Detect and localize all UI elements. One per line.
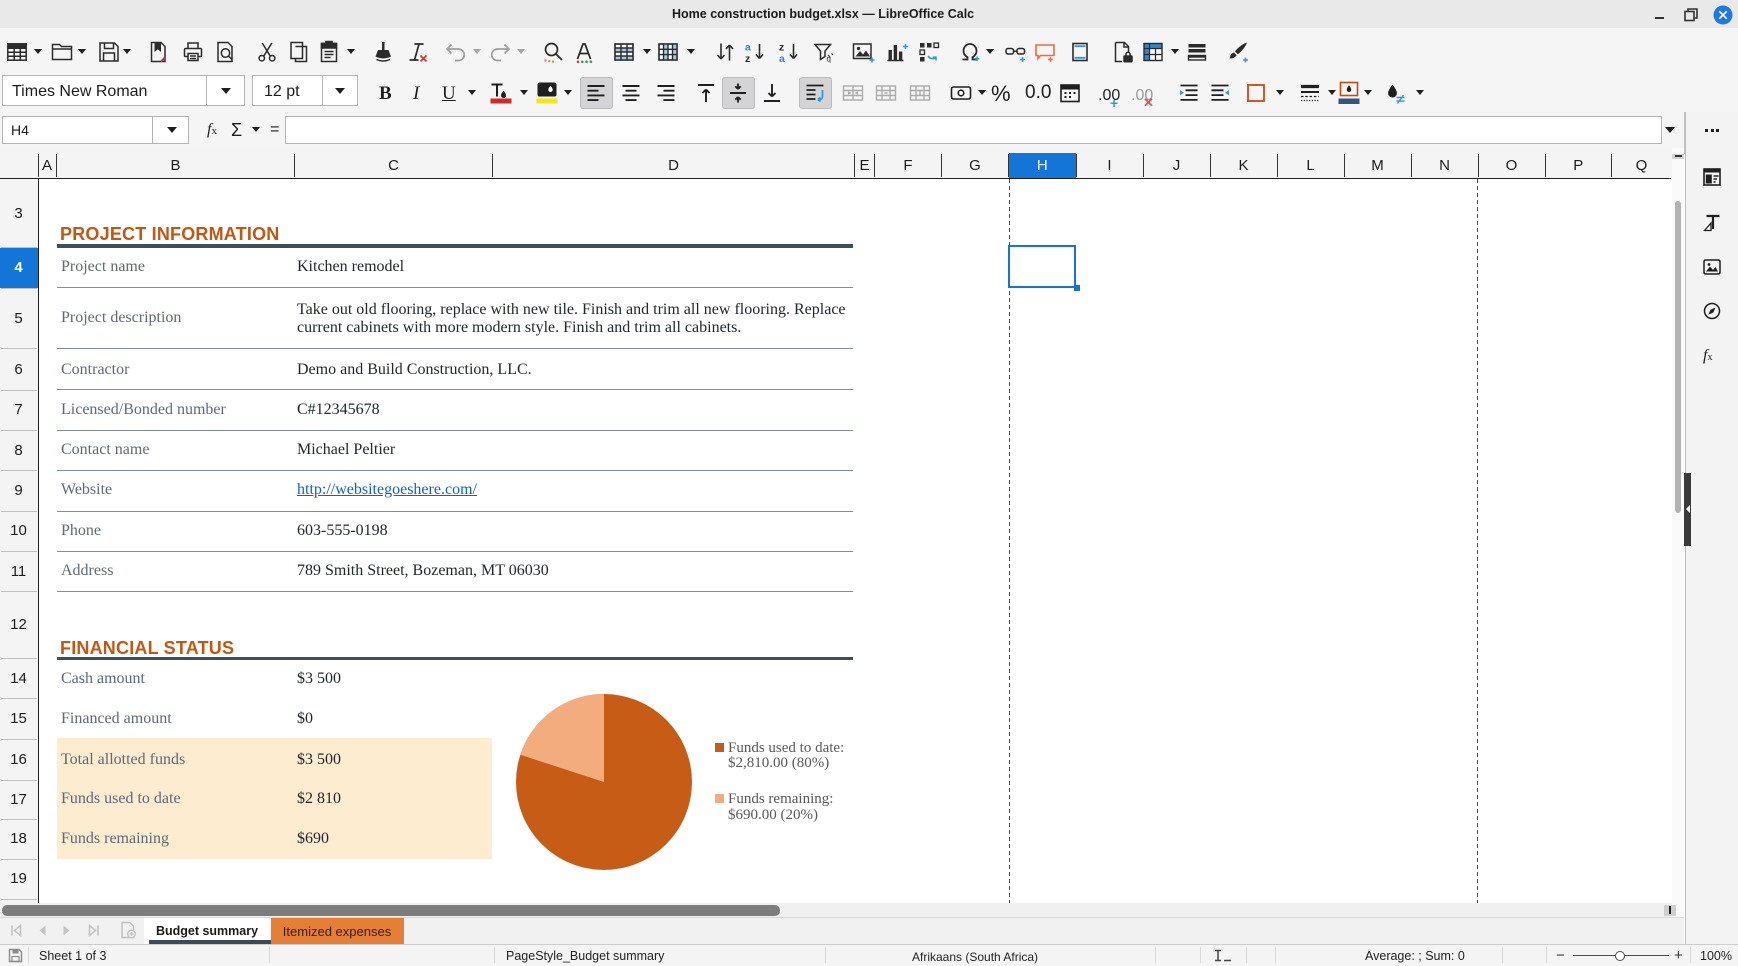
svg-text:z: z	[745, 53, 750, 64]
svg-text:a: a	[745, 42, 751, 54]
svg-text:z: z	[779, 42, 784, 54]
svg-text:q: q	[827, 55, 831, 64]
svg-text:a: a	[779, 53, 785, 64]
